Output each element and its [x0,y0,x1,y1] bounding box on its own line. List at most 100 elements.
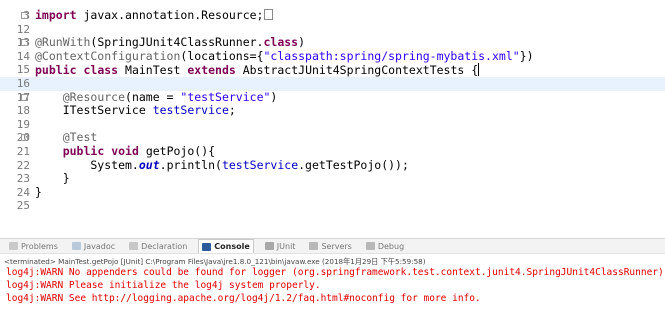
code-text: @Resource(name = "testService") [35,89,278,105]
code-line[interactable]: 24} [0,184,665,200]
console-output-line: log4j:WARN No appenders could be found f… [6,267,665,278]
code-token: .println( [159,157,222,172]
code-token: (locations={ [180,48,264,63]
line-number: 25 [16,199,30,213]
tab-label: Declaration [141,241,188,251]
code-text: public class MainTest extends AbstractJU… [35,63,480,78]
code-line[interactable]: 16 [0,77,665,91]
code-token: .getTestPojo()); [298,157,409,172]
tab-label: Javadoc [83,241,116,251]
console-output-line: log4j:WARN Please initialize the log4j s… [6,280,321,291]
code-text: } [35,184,42,200]
code-token: public [62,144,105,158]
code-text: @RunWith(SpringJUnit4ClassRunner.class) [35,35,306,50]
line-number: 12 [16,22,30,36]
code-token: ) [270,89,278,104]
debug-icon [365,242,375,250]
code-token: "testService" [180,89,271,104]
code-editor[interactable]: 3 import javax.annotation.Resource; 12 13 @R… [0,0,665,236]
code-token: ) [298,35,306,50]
fold-toggle-icon[interactable] [21,12,28,19]
code-token: ; [228,103,236,118]
code-token: import [35,8,77,22]
code-line[interactable]: 14 @ContextConfiguration(locations={"clas… [0,48,665,64]
tab-debug[interactable]: Debug [363,239,407,253]
line-number: 19 [16,117,30,131]
code-token: class [263,35,299,50]
code-line[interactable]: 3 import javax.annotation.Resource; [0,8,665,23]
tab-label: Problems [21,241,58,251]
console-view[interactable]: <terminated> MainTest.getPojo [JUnit] C:… [0,255,665,310]
junit-icon [264,242,274,250]
code-token: AbstractJUnit4SpringContextTests { [235,63,479,78]
line-number: 14 [16,49,30,63]
line-number: 16 [16,77,30,90]
tab-junit[interactable]: JUnit [262,239,299,253]
code-text: System.out.println(testService.getTestPo… [35,157,409,173]
code-text: ITestService testService; [35,103,236,118]
problems-icon [9,242,18,250]
code-token: javax.annotation.Resource; [76,8,264,22]
line-number: 24 [16,185,30,199]
code-token: (name = [125,89,181,104]
code-token: ITestService [35,103,153,118]
code-token: class [83,63,119,78]
code-token: out [138,157,160,172]
code-text: import javax.annotation.Resource; [35,8,274,23]
code-token: @Resource [62,89,126,104]
code-line[interactable]: 17 @Resource(name = "testService") [0,89,665,105]
text-caret [478,63,480,77]
folded-imports-icon[interactable] [264,9,274,20]
code-token: } [35,171,70,186]
code-text: @ContextConfiguration(locations={"classp… [35,48,534,64]
tab-label: Console [214,242,250,251]
code-line[interactable]: 22 System.out.println(testService.getTes… [0,157,665,173]
tab-servers[interactable]: Servers [306,239,354,253]
code-line[interactable]: 19 [0,118,665,132]
view-tab-bar: Problems Javadoc Declaration Console JUnit Se… [0,238,665,254]
tab-declaration[interactable]: Declaration [126,239,190,253]
code-token: @RunWith [35,35,91,50]
code-text: } [35,171,70,186]
code-line[interactable]: 21 public void getPojo(){ [0,144,665,159]
line-number: 22 [16,158,30,172]
line-number: 15 [16,63,30,77]
tab-label: Servers [321,241,352,251]
code-line[interactable]: 23 } [0,171,665,186]
code-line[interactable]: 20 @Test [0,131,665,145]
code-text: public void getPojo(){ [35,144,215,159]
code-line[interactable]: 13 @RunWith(SpringJUnit4ClassRunner.class… [0,35,665,50]
code-token: (SpringJUnit4ClassRunner. [90,35,264,50]
code-line[interactable]: 12 [0,23,665,37]
console-terminated-label: <terminated> MainTest.getPojo [JUnit] C:… [4,257,426,266]
code-line[interactable]: 25 [0,199,665,213]
fold-toggle-icon[interactable] [21,93,28,101]
fold-toggle-icon[interactable] [21,39,28,47]
code-token: testService [152,103,229,118]
line-number: 18 [16,104,30,118]
tab-javadoc[interactable]: Javadoc [69,239,118,253]
console-output-line: log4j:WARN See http://logging.apache.org… [6,293,481,304]
code-text: @Test [35,130,98,145]
tab-problems[interactable]: Problems [6,239,61,253]
code-token: extends [187,63,236,78]
code-line[interactable]: 15 public class MainTest extends Abstract… [0,63,665,77]
tab-label: JUnit [276,241,296,251]
code-token: System. [35,157,139,172]
javadoc-icon [71,242,81,250]
code-token: void [111,144,139,158]
fold-toggle-icon[interactable] [21,134,28,142]
tab-console[interactable]: Console [198,239,254,253]
code-token: }) [519,48,534,63]
tab-label: Debug [377,241,405,251]
console-icon [202,242,212,251]
code-token: MainTest [118,63,188,78]
code-token: public [35,63,77,78]
line-number: 21 [16,145,30,158]
code-token: } [35,184,42,199]
code-token: testService [221,157,299,172]
code-line[interactable]: 18 ITestService testService; [0,103,665,118]
